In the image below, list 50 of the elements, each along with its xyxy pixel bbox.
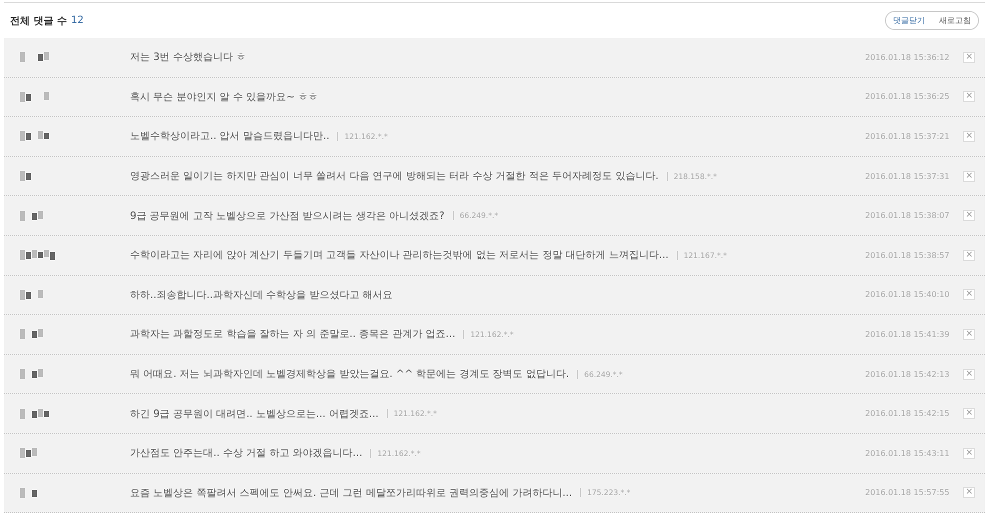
comment-text: 하긴 9급 공무원이 대려면.. 노벨상으로는... 어렵겟죠...	[130, 408, 379, 421]
comment-text: 하하..죄송합니다..과학자신데 수학상을 받으셨다고 해서요	[130, 288, 393, 302]
comment-time: 2016.01.18 15:43:11	[865, 448, 950, 458]
comment-text: 요즘 노벨상은 쪽팔려서 스펙에도 안써요. 근데 그런 메달쪼가리따위로 권력의중심에 가려하다니...	[130, 486, 572, 500]
blurred-author-drawing	[20, 290, 43, 300]
delete-button[interactable]: ×	[963, 368, 975, 380]
comment-time: 2016.01.18 15:38:07	[865, 211, 950, 220]
blurred-author-drawing	[20, 92, 49, 102]
blurred-author-drawing	[20, 369, 43, 380]
delete-button[interactable]: ×	[963, 328, 975, 340]
blurred-author-drawing	[20, 329, 43, 340]
delete-button[interactable]: ×	[963, 210, 975, 222]
comment-time: 2016.01.18 15:42:13	[865, 370, 950, 379]
blurred-author-drawing	[20, 210, 43, 221]
comment-text: 수학이라고는 자리에 앉아 계산기 두들기며 고객들 자산이나 관리하는것밖에 없는 저로서는 정말 대단하게 느껴집니다...	[130, 249, 669, 262]
comment-time: 2016.01.18 15:57:55	[865, 488, 950, 498]
delete-button[interactable]: ×	[963, 170, 975, 182]
delete-button[interactable]: ×	[963, 91, 975, 102]
comment-text: 노벨수학상이라고.. 압서 말슴드렸읍니다만..	[130, 130, 330, 144]
blurred-author-drawing	[20, 408, 49, 419]
comment-text: 뭐 어때요. 저는 뇌과학자인데 노벨경제학상을 받았는걸요. ^^ 학문에는 경계도 장벽도 없답니다.	[130, 368, 570, 382]
delete-button[interactable]: ×	[963, 408, 975, 420]
blurred-author-drawing	[20, 488, 37, 498]
comment-time: 2016.01.18 15:42:15	[865, 409, 950, 418]
comment-text: 영광스러운 일이기는 하지만 관심이 너무 쏠려서 다음 연구에 방해되는 터라 수상 거절한 적은 두어자례정도 있습니다.	[130, 170, 659, 184]
comment-time: 2016.01.18 15:38:57	[865, 250, 950, 260]
delete-button[interactable]: ×	[963, 487, 975, 498]
comment-time: 2016.01.18 15:36:12	[865, 52, 950, 62]
comment-time: 2016.01.18 15:37:21	[865, 132, 950, 141]
comment-text: 과학자는 과할정도로 학습을 잘하는 자 의 준말로.. 종목은 관계가 업죠...	[130, 328, 456, 342]
comment-text: 9급 공무원에 고작 노벨상으로 가산점 받으시려는 생각은 아니셨겠죠?	[130, 210, 445, 223]
comment-time: 2016.01.18 15:40:10	[865, 290, 950, 300]
blurred-author-drawing	[20, 131, 49, 142]
comment-text: 혹시 무슨 분야인지 알 수 있을까요~ ㅎㅎ	[130, 90, 318, 104]
comment-text: 가산점도 안주는대.. 수상 거절 하고 와야겠읍니다...	[130, 447, 362, 460]
blurred-author-drawing	[20, 52, 49, 62]
blurred-author-drawing	[20, 171, 31, 182]
comment-time: 2016.01.18 15:41:39	[865, 330, 950, 339]
blurred-author-drawing	[20, 448, 37, 458]
comment-count-label: 전체 댓글 수	[10, 14, 67, 28]
blurred-author-drawing	[20, 250, 55, 260]
delete-button[interactable]: ×	[963, 250, 975, 261]
comment-count: 12	[70, 15, 84, 26]
delete-button[interactable]: ×	[963, 289, 975, 300]
comment-time: 2016.01.18 15:37:31	[865, 172, 950, 181]
delete-button[interactable]: ×	[963, 448, 975, 459]
delete-button[interactable]: ×	[963, 52, 975, 63]
delete-button[interactable]: ×	[963, 130, 975, 142]
comment-text: 저는 3번 수상했습니다 ㅎ	[130, 51, 246, 64]
comment-time: 2016.01.18 15:36:25	[865, 92, 950, 102]
